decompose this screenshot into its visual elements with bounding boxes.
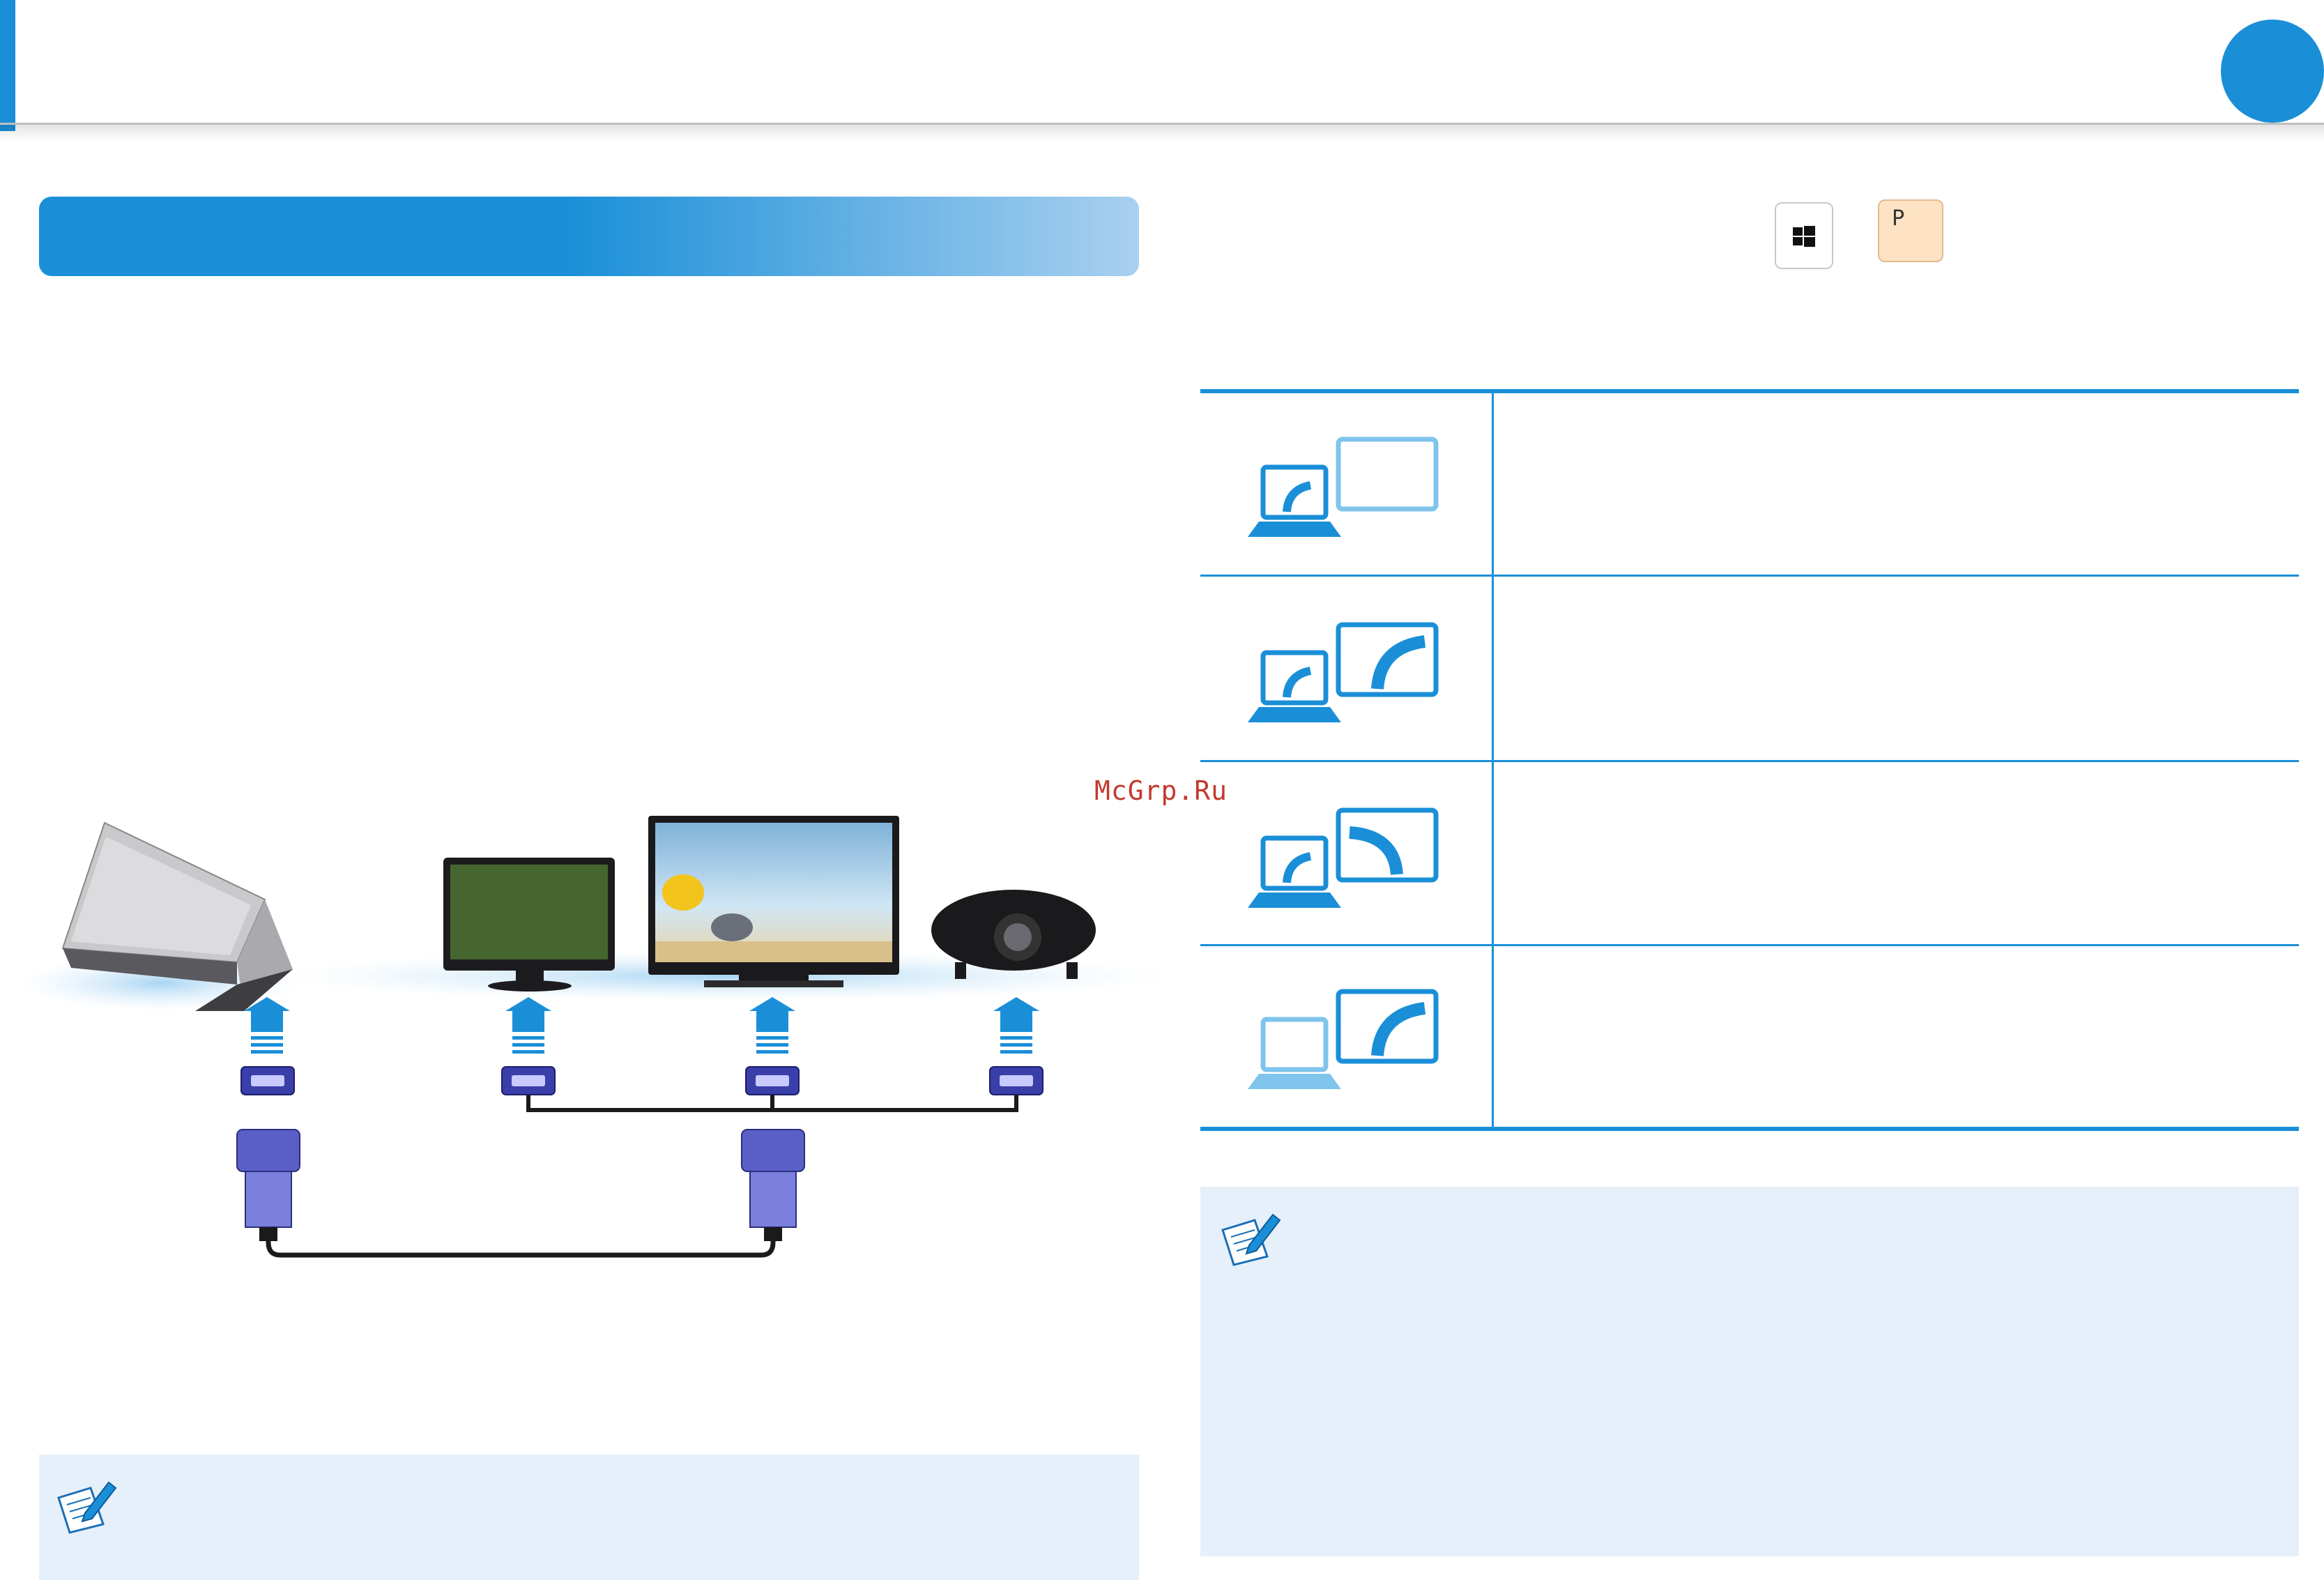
table-row-divider <box>1200 575 2299 577</box>
table-row-divider <box>1200 944 2299 946</box>
note-box-left <box>39 1454 1139 1580</box>
projector-icon <box>931 890 1096 979</box>
up-arrow-icon <box>244 997 290 1054</box>
connection-diagram <box>28 816 1157 1258</box>
vga-connector-icon <box>236 1129 300 1241</box>
left-accent-bar <box>0 0 15 131</box>
up-arrow-icon <box>749 997 795 1054</box>
table-column-divider <box>1492 393 1494 1127</box>
table-top-rule <box>1200 389 2299 393</box>
table-bottom-rule <box>1200 1127 2299 1131</box>
windows-key <box>1775 202 1833 269</box>
up-arrow-icon <box>505 997 551 1054</box>
page-badge <box>2221 20 2324 123</box>
table-row-divider <box>1200 760 2299 762</box>
up-arrow-icon <box>993 997 1039 1054</box>
note-pencil-icon <box>57 1481 117 1534</box>
extend-icon <box>1248 807 1439 908</box>
win-logo-icon <box>1793 226 1815 247</box>
note-pencil-icon <box>1221 1213 1281 1266</box>
duplicate-icon <box>1248 622 1439 722</box>
header-shadow <box>0 123 2324 142</box>
tv-icon <box>648 816 899 987</box>
note-box-right <box>1200 1187 2299 1556</box>
p-key: P <box>1878 199 1943 262</box>
second-screen-only-icon <box>1248 989 1439 1089</box>
pc-screen-only-icon <box>1248 436 1439 537</box>
section-title-bar <box>39 197 1139 276</box>
vga-connector-icon <box>741 1129 805 1241</box>
